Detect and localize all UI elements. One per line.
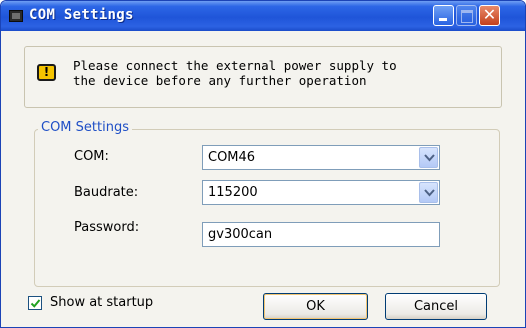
checkmark-icon	[30, 299, 41, 308]
com-label: COM:	[74, 149, 109, 164]
window-title: COM Settings	[29, 7, 134, 23]
show-at-startup-label[interactable]: Show at startup	[50, 295, 153, 310]
com-select[interactable]: COM46	[202, 145, 440, 170]
title-bar[interactable]: COM Settings ✕	[1, 1, 525, 31]
power-notice: ! Please connect the external power supp…	[24, 46, 502, 108]
baudrate-select-value: 115200	[208, 185, 258, 200]
baudrate-dropdown-button[interactable]	[419, 182, 438, 203]
password-input[interactable]: gv300can	[202, 222, 440, 247]
cancel-button[interactable]: Cancel	[385, 293, 487, 320]
baudrate-label: Baudrate:	[74, 185, 139, 200]
chevron-down-icon	[424, 189, 435, 197]
notice-text: Please connect the external power supply…	[73, 58, 397, 88]
show-at-startup-checkbox[interactable]	[28, 296, 42, 310]
close-icon: ✕	[482, 5, 497, 24]
password-label: Password:	[74, 220, 140, 235]
ok-button[interactable]: OK	[263, 293, 368, 320]
chevron-down-icon	[424, 154, 435, 162]
minimize-button[interactable]	[433, 5, 454, 26]
com-settings-dialog: COM Settings ✕ ! Please connect the exte…	[0, 0, 526, 328]
maximize-button[interactable]	[456, 5, 477, 26]
com-select-value: COM46	[208, 150, 256, 165]
com-dropdown-button[interactable]	[419, 147, 438, 168]
close-button[interactable]: ✕	[479, 5, 500, 26]
password-value: gv300can	[208, 227, 273, 242]
baudrate-select[interactable]: 115200	[202, 180, 440, 205]
group-legend: COM Settings	[38, 120, 132, 135]
warning-icon: !	[37, 64, 56, 81]
window-app-icon	[9, 10, 23, 22]
